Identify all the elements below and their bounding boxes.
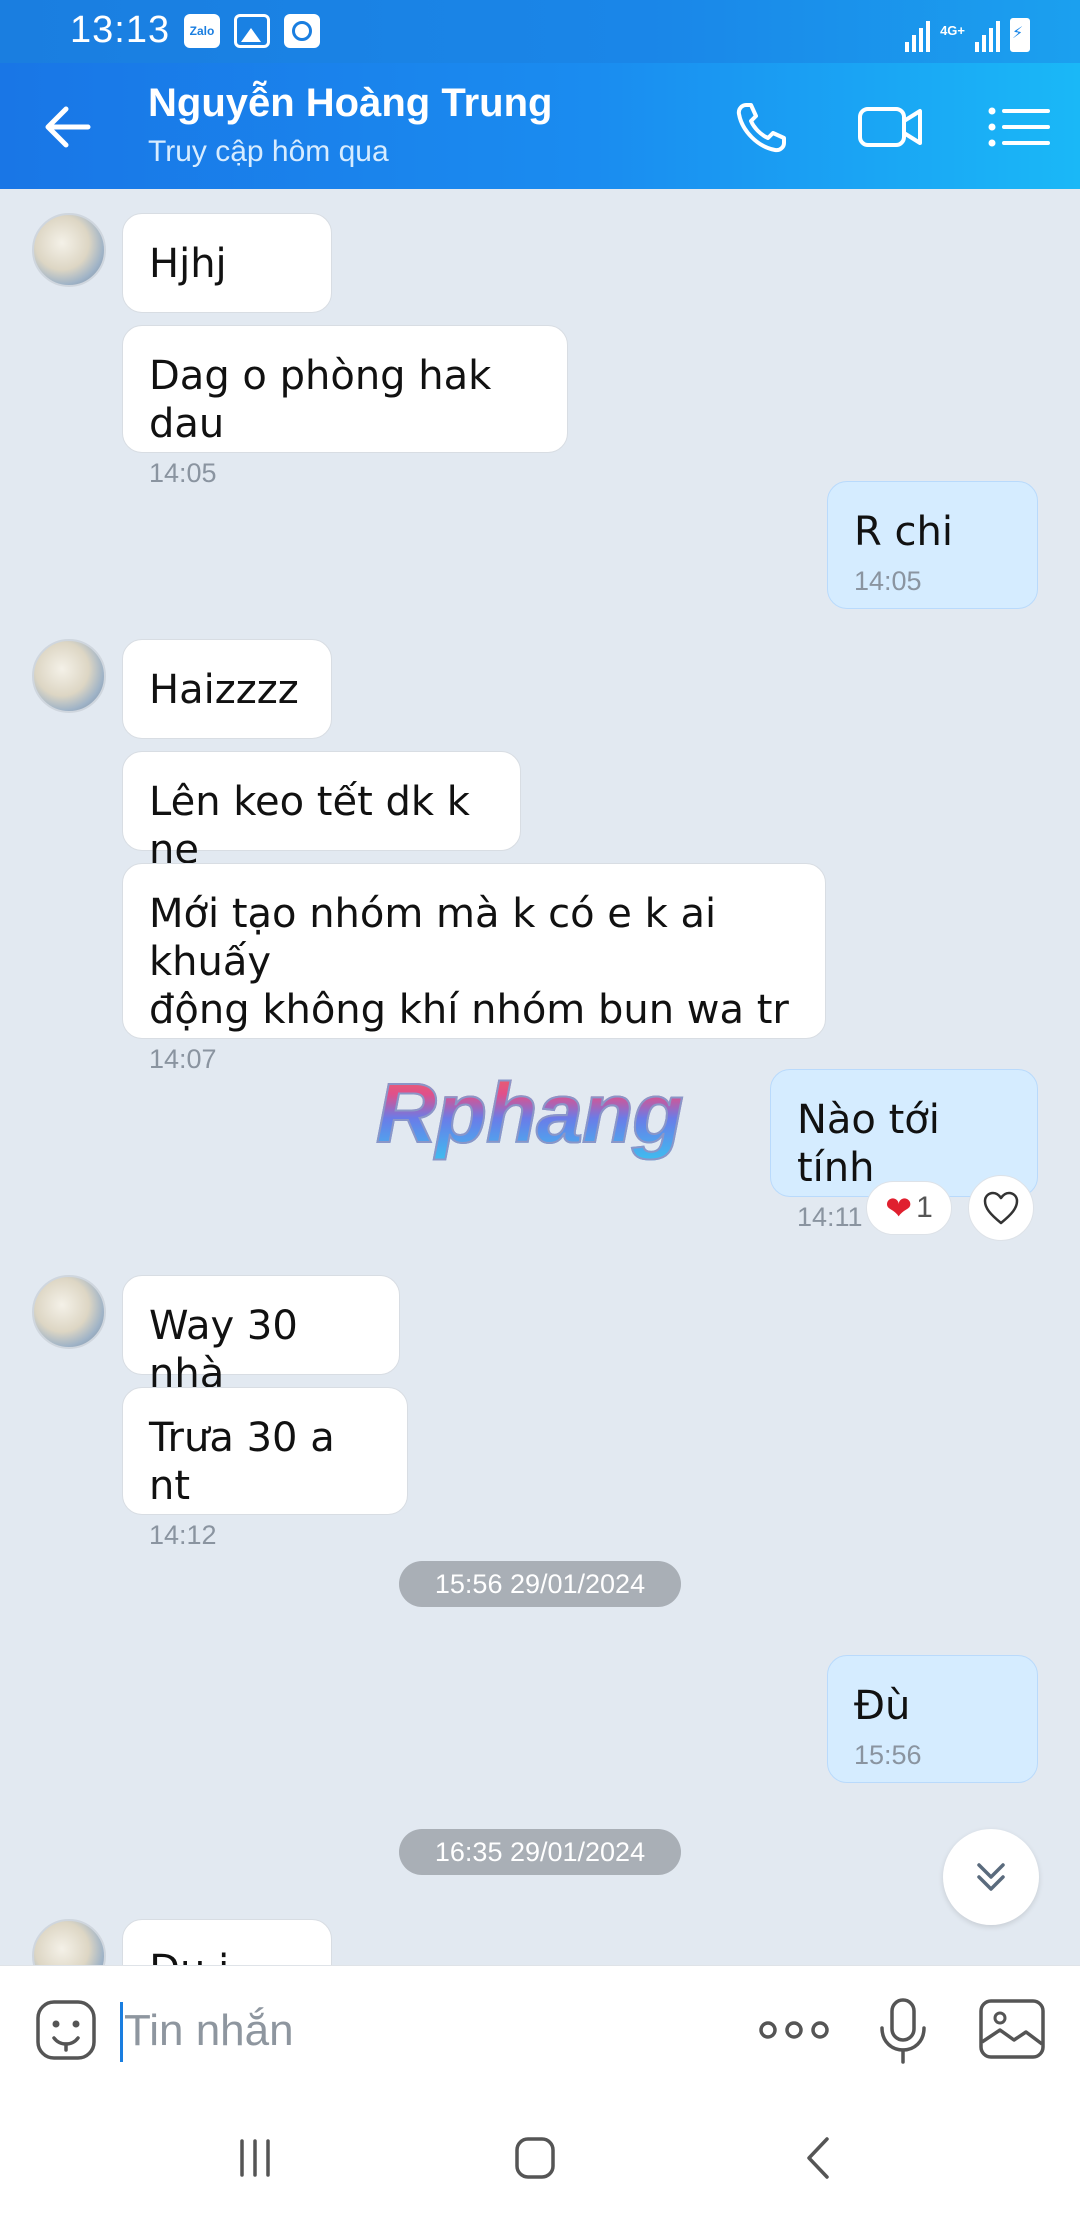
signal-icon [905,18,931,52]
message-text: Haizzzz [149,667,299,713]
message-bubble-received[interactable]: Trưa 30 a nt 14:12 [122,1387,408,1550]
message-time: 14:05 [854,566,922,596]
chat-header: Nguyễn Hoàng Trung Truy cập hôm qua [0,63,1080,189]
message-text: Đu i [149,1946,305,1965]
gallery-notification-icon [234,14,270,48]
voice-call-button[interactable] [730,97,800,157]
message-text: Đù [854,1683,911,1729]
system-back-button[interactable] [783,2133,853,2183]
message-bubble-received[interactable]: Đu i [122,1919,332,1965]
scroll-to-bottom-button[interactable] [943,1829,1039,1925]
signal-icon-2 [975,18,1000,52]
voice-message-button[interactable] [874,1996,932,2066]
watermark-logo: Rphang [375,1065,685,1161]
more-options-button[interactable] [756,2010,832,2050]
recent-apps-button[interactable] [220,2133,290,2183]
contact-avatar[interactable] [32,1275,106,1349]
battery-icon [1010,18,1030,52]
heart-outline-icon [983,1191,1019,1225]
message-text: Dag o phòng hak dau [149,353,492,447]
status-indicators: 4G+ [905,12,1030,52]
home-icon [515,2137,555,2179]
send-image-button[interactable] [978,1998,1046,2060]
hotspot-icon [284,14,320,48]
sticker-button[interactable] [34,1998,98,2062]
message-text: Hjhj [149,241,227,287]
message-bubble-received[interactable]: Haizzzz [122,639,332,739]
message-time: 14:12 [149,1520,217,1550]
message-composer [0,1965,1080,2095]
message-bubble-sent[interactable]: Đù 15:56 [827,1655,1038,1783]
double-chevron-down-icon [977,1863,1005,1891]
message-text: Lên keo tết dk k ne [149,779,470,873]
status-bar: 13:13 Zalo 4G+ [0,0,1080,63]
heart-reaction-icon: ❤ [885,1190,913,1226]
contact-avatar[interactable] [32,639,106,713]
list-menu-icon [988,107,1050,147]
zalo-notification-icon: Zalo [184,14,220,48]
message-text: R chi [854,509,953,555]
chevron-left-icon [807,2137,829,2179]
message-text: Trưa 30 a nt [149,1415,335,1509]
date-separator: 16:35 29/01/2024 [399,1829,681,1875]
home-button[interactable] [500,2133,570,2183]
text-cursor [120,2002,123,2062]
react-button[interactable] [968,1175,1034,1241]
contact-avatar[interactable] [32,1919,106,1965]
contact-avatar[interactable] [32,213,106,287]
network-type: 4G+ [940,23,965,38]
message-bubble-received[interactable]: Mới tạo nhóm mà k có e k ai khuấy động k… [122,863,826,1074]
contact-last-seen: Truy cập hôm qua [148,135,389,168]
more-dots-icon [759,2021,829,2039]
arrow-left-icon [45,106,91,148]
message-bubble-received[interactable]: Lên keo tết dk k ne [122,751,521,873]
contact-name[interactable]: Nguyễn Hoàng Trung [148,81,552,126]
date-separator: 15:56 29/01/2024 [399,1561,681,1607]
phone-icon [736,103,786,153]
image-icon [979,1999,1045,2059]
options-menu-button[interactable] [984,97,1054,157]
reaction-count: 1 [916,1191,933,1224]
back-button[interactable] [40,99,100,155]
video-call-button[interactable] [856,97,926,157]
microphone-icon [880,1998,926,2064]
message-list[interactable]: Hjhj Dag o phòng hak dau 14:05 R chi 14:… [0,189,1080,1965]
clock: 13:13 [70,9,171,51]
reaction-summary[interactable]: ❤ 1 [866,1181,952,1235]
message-bubble-received[interactable]: Way 30 nhà [122,1275,400,1397]
emoji-icon [36,2000,96,2060]
message-time: 15:56 [854,1740,922,1770]
message-bubble-sent[interactable]: R chi 14:05 [827,481,1038,609]
message-input[interactable] [124,1996,724,2066]
message-text: Way 30 nhà [149,1303,298,1397]
message-bubble-received[interactable]: Hjhj [122,213,332,313]
system-navigation-bar [0,2095,1080,2220]
message-bubble-received[interactable]: Dag o phòng hak dau 14:05 [122,325,568,488]
video-camera-icon [858,107,922,147]
message-text: Mới tạo nhóm mà k có e k ai khuấy động k… [149,891,789,1033]
recent-apps-icon [240,2139,270,2177]
message-time: 14:05 [149,458,217,488]
message-text: Nào tới tính [797,1097,940,1191]
